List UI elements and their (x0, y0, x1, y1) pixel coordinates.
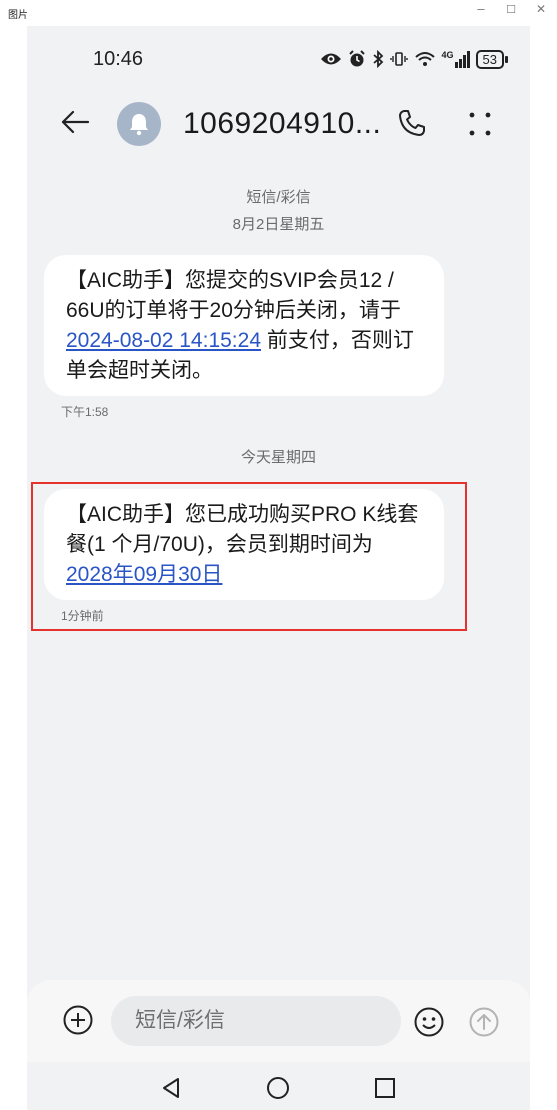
battery-icon: 53 (475, 49, 508, 69)
contact-name[interactable]: 1069204910... (183, 107, 381, 141)
window-title-bar: 图片 – ☐ ✕ (0, 0, 557, 26)
phone-call-icon[interactable] (397, 108, 427, 138)
send-icon[interactable] (468, 1006, 500, 1038)
message-text: 【AIC助手】您提交的SVIP会员12 / 66U的订单将于20分钟后关闭，请于 (66, 269, 401, 322)
message-type-label: 短信/彩信 (246, 189, 311, 206)
window-title: 图片 (8, 10, 28, 21)
status-icons: 4G 53 (320, 48, 508, 70)
minimize-button[interactable]: – (471, 1, 491, 16)
message-input[interactable]: 短信/彩信 (111, 996, 401, 1046)
bluetooth-icon (372, 50, 383, 68)
emoji-icon[interactable] (413, 1006, 445, 1038)
back-triangle-icon[interactable] (159, 1076, 183, 1100)
message-bubble[interactable]: 【AIC助手】您提交的SVIP会员12 / 66U的订单将于20分钟后关闭，请于… (44, 255, 444, 396)
status-time: 10:46 (93, 48, 144, 70)
back-arrow-icon[interactable] (59, 106, 91, 138)
network-type: 4G (441, 50, 454, 60)
signal-icon: 4G (442, 50, 470, 68)
message-date-link[interactable]: 2024-08-02 14:15:24 (66, 329, 261, 352)
date-label: 8月2日星期五 (232, 216, 325, 233)
home-circle-icon[interactable] (266, 1076, 290, 1100)
eye-icon (320, 53, 341, 65)
battery-level: 53 (475, 49, 504, 69)
more-options-icon[interactable] (467, 110, 493, 138)
add-circle-icon[interactable] (62, 1004, 94, 1036)
navigation-bar (27, 1062, 530, 1110)
contact-avatar[interactable] (117, 102, 161, 146)
vibrate-icon (389, 52, 408, 66)
phone-screen: 10:46 4G 53 1069204910... 短信/彩信 8月2日星期五 … (27, 26, 530, 1110)
recents-square-icon[interactable] (373, 1076, 397, 1100)
wifi-icon (414, 52, 435, 66)
close-button[interactable]: ✕ (531, 2, 551, 16)
highlight-box (31, 482, 467, 631)
composer-bar: 短信/彩信 (27, 980, 530, 1062)
message-time: 下午1:58 (61, 405, 109, 419)
date-label: 今天星期四 (240, 449, 316, 466)
alarm-icon (348, 50, 365, 67)
maximize-button[interactable]: ☐ (501, 3, 521, 16)
bell-icon (130, 114, 148, 136)
